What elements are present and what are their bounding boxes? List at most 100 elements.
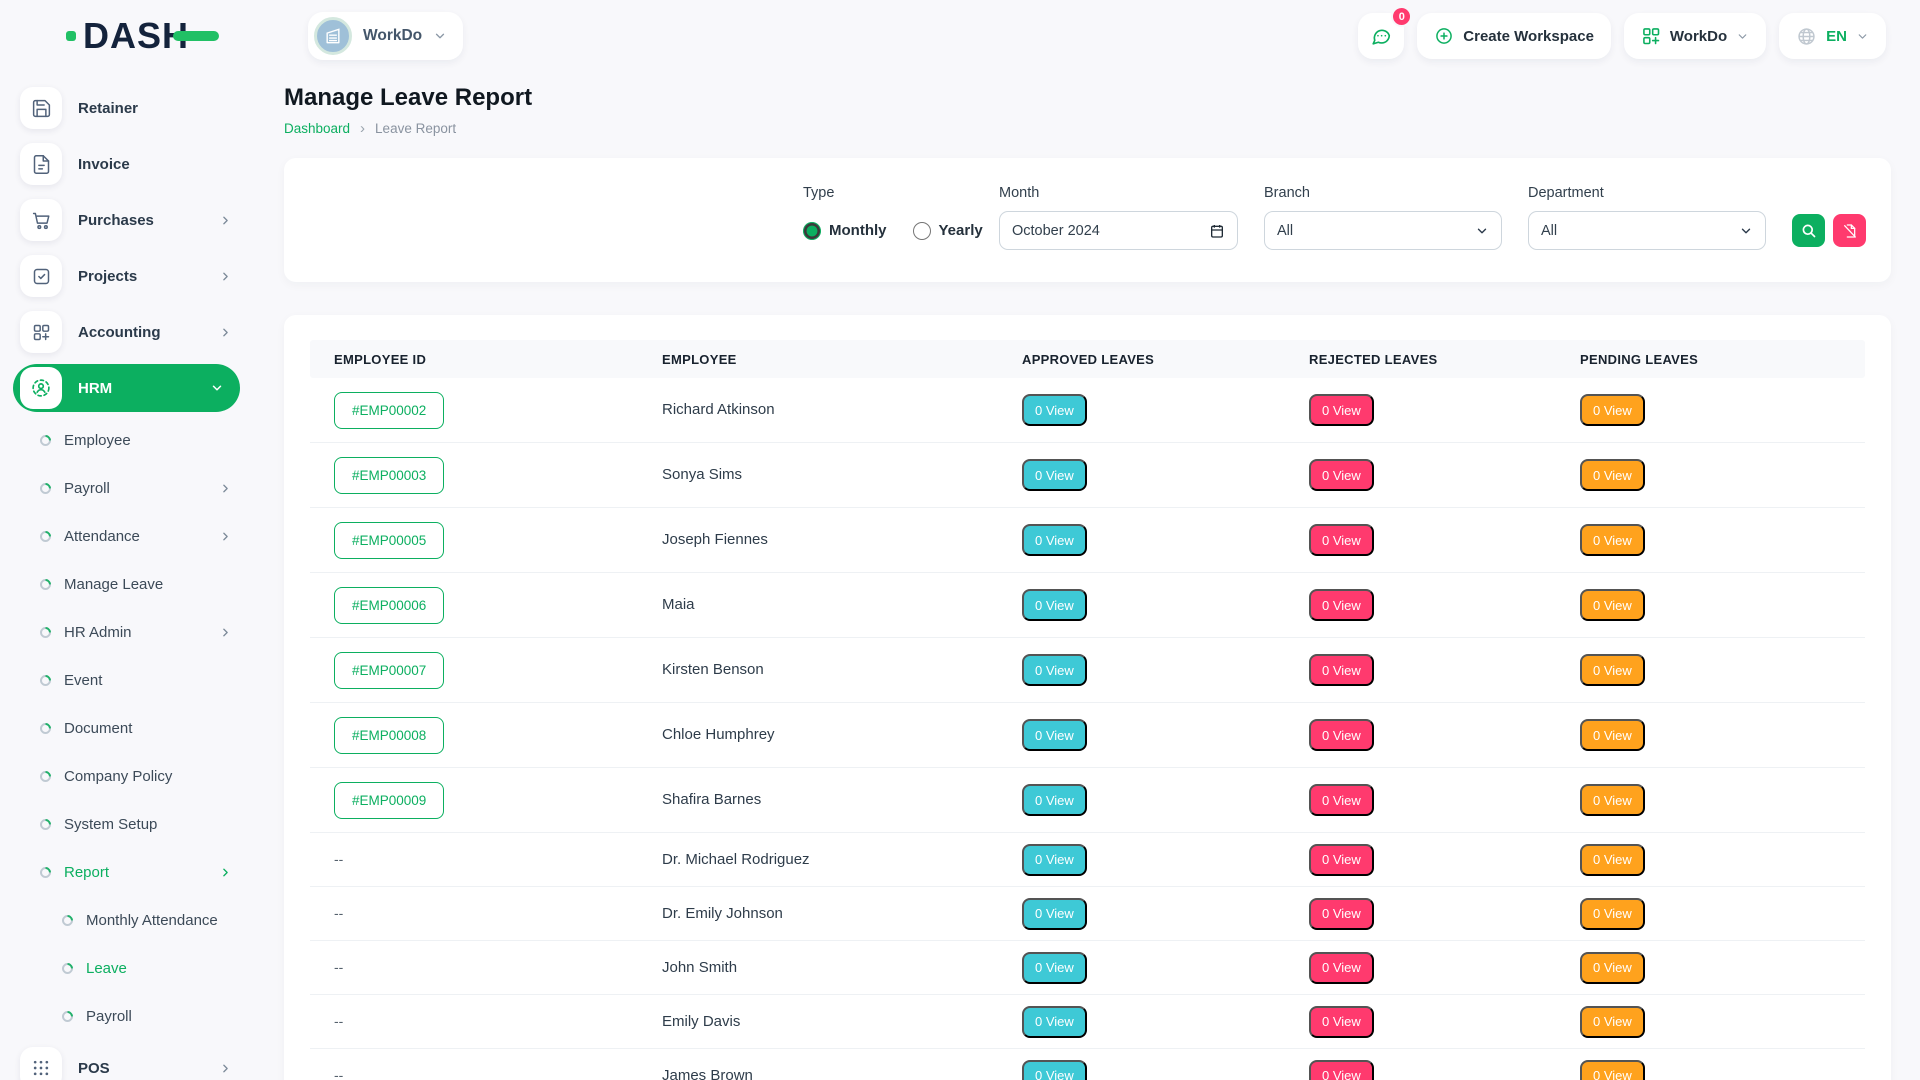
sidebar-subitem-payroll[interactable]: Payroll	[0, 464, 256, 512]
rejected-view-badge[interactable]: 0 View	[1309, 1060, 1374, 1080]
sidebar-item-retainer[interactable]: Retainer	[0, 80, 256, 136]
employee-id-cell: --	[310, 851, 638, 869]
pending-leaves-cell: 0 View	[1556, 784, 1865, 816]
sidebar-subitem-leave[interactable]: Leave	[0, 944, 256, 992]
workspace-switcher[interactable]: WorkDo	[308, 12, 463, 60]
sidebar-item-accounting[interactable]: Accounting	[0, 304, 256, 360]
language-selector[interactable]: EN	[1779, 13, 1886, 59]
employee-name-cell: Emily Davis	[638, 1013, 998, 1031]
top-header: DASH WorkDo 0 Create Workspace	[0, 0, 1920, 72]
chevron-down-icon	[1736, 30, 1749, 43]
type-radio-monthly[interactable]	[803, 222, 821, 240]
pending-view-badge[interactable]: 0 View	[1580, 784, 1645, 816]
type-option-yearly[interactable]: Yearly	[913, 222, 983, 240]
approved-view-badge[interactable]: 0 View	[1022, 898, 1087, 930]
messages-button[interactable]: 0	[1358, 13, 1404, 59]
rejected-view-badge[interactable]: 0 View	[1309, 459, 1374, 491]
dash-logo[interactable]: DASH	[66, 18, 280, 54]
rejected-view-badge[interactable]: 0 View	[1309, 898, 1374, 930]
department-select[interactable]: All	[1528, 211, 1766, 250]
approved-leaves-cell: 0 View	[998, 524, 1285, 556]
month-value: October 2024	[1012, 223, 1100, 239]
type-radio-yearly[interactable]	[913, 222, 931, 240]
sidebar-subitem-attendance[interactable]: Attendance	[0, 512, 256, 560]
sidebar-subitem-system-setup[interactable]: System Setup	[0, 800, 256, 848]
employee-id-button[interactable]: #EMP00008	[334, 717, 444, 754]
approved-view-badge[interactable]: 0 View	[1022, 1006, 1087, 1038]
search-button[interactable]	[1792, 214, 1825, 247]
pending-view-badge[interactable]: 0 View	[1580, 459, 1645, 491]
employee-id-button[interactable]: #EMP00002	[334, 392, 444, 429]
employee-id-button[interactable]: #EMP00006	[334, 587, 444, 624]
month-input[interactable]: October 2024	[999, 211, 1238, 250]
sidebar-subitem-manage-leave[interactable]: Manage Leave	[0, 560, 256, 608]
breadcrumb-dashboard-link[interactable]: Dashboard	[284, 121, 350, 136]
workdo-app-menu[interactable]: WorkDo	[1624, 13, 1766, 59]
sidebar-subitem-company-policy[interactable]: Company Policy	[0, 752, 256, 800]
approved-view-badge[interactable]: 0 View	[1022, 719, 1087, 751]
employee-id-button[interactable]: #EMP00005	[334, 522, 444, 559]
approved-view-badge[interactable]: 0 View	[1022, 589, 1087, 621]
sidebar-subitem-event[interactable]: Event	[0, 656, 256, 704]
pending-view-badge[interactable]: 0 View	[1580, 1006, 1645, 1038]
approved-leaves-cell: 0 View	[998, 898, 1285, 930]
table-row: --Dr. Emily Johnson0 View0 View0 View	[310, 887, 1865, 941]
search-icon	[1800, 222, 1817, 239]
approved-view-badge[interactable]: 0 View	[1022, 1060, 1087, 1080]
approved-view-badge[interactable]: 0 View	[1022, 524, 1087, 556]
pending-view-badge[interactable]: 0 View	[1580, 654, 1645, 686]
type-radio-group: MonthlyYearly	[803, 211, 973, 250]
approved-view-badge[interactable]: 0 View	[1022, 784, 1087, 816]
approved-view-badge[interactable]: 0 View	[1022, 952, 1087, 984]
sidebar-item-hrm[interactable]: HRM	[13, 364, 240, 412]
rejected-view-badge[interactable]: 0 View	[1309, 394, 1374, 426]
pending-view-badge[interactable]: 0 View	[1580, 844, 1645, 876]
rejected-view-badge[interactable]: 0 View	[1309, 952, 1374, 984]
sidebar-subitem-employee[interactable]: Employee	[0, 416, 256, 464]
save-icon	[20, 87, 62, 129]
employee-id-button[interactable]: #EMP00003	[334, 457, 444, 494]
sidebar-item-pos[interactable]: POS	[0, 1040, 256, 1080]
approved-view-badge[interactable]: 0 View	[1022, 844, 1087, 876]
create-workspace-button[interactable]: Create Workspace	[1417, 13, 1611, 59]
employee-name-cell: Shafira Barnes	[638, 791, 998, 809]
rejected-view-badge[interactable]: 0 View	[1309, 844, 1374, 876]
sidebar-item-projects[interactable]: Projects	[0, 248, 256, 304]
sidebar-subitem-payroll[interactable]: Payroll	[0, 992, 256, 1040]
leave-report-table-card: EMPLOYEE IDEMPLOYEEAPPROVED LEAVESREJECT…	[284, 315, 1891, 1080]
rejected-view-badge[interactable]: 0 View	[1309, 524, 1374, 556]
approved-view-badge[interactable]: 0 View	[1022, 459, 1087, 491]
sidebar-subitem-report[interactable]: Report	[0, 848, 256, 896]
approved-view-badge[interactable]: 0 View	[1022, 654, 1087, 686]
rejected-leaves-cell: 0 View	[1285, 589, 1556, 621]
pending-view-badge[interactable]: 0 View	[1580, 898, 1645, 930]
type-option-monthly[interactable]: Monthly	[803, 222, 887, 240]
rejected-view-badge[interactable]: 0 View	[1309, 654, 1374, 686]
pending-view-badge[interactable]: 0 View	[1580, 394, 1645, 426]
table-row: #EMP00002Richard Atkinson0 View0 View0 V…	[310, 378, 1865, 443]
sidebar-item-label: Invoice	[78, 156, 130, 173]
sidebar-subitem-document[interactable]: Document	[0, 704, 256, 752]
sidebar-item-invoice[interactable]: Invoice	[0, 136, 256, 192]
rejected-leaves-cell: 0 View	[1285, 459, 1556, 491]
rejected-view-badge[interactable]: 0 View	[1309, 784, 1374, 816]
pending-view-badge[interactable]: 0 View	[1580, 719, 1645, 751]
approved-view-badge[interactable]: 0 View	[1022, 394, 1087, 426]
pending-view-badge[interactable]: 0 View	[1580, 952, 1645, 984]
pending-leaves-cell: 0 View	[1556, 394, 1865, 426]
branch-select[interactable]: All	[1264, 211, 1502, 250]
pending-view-badge[interactable]: 0 View	[1580, 524, 1645, 556]
employee-id-button[interactable]: #EMP00007	[334, 652, 444, 689]
rejected-view-badge[interactable]: 0 View	[1309, 589, 1374, 621]
sidebar-subitem-label: System Setup	[64, 816, 157, 833]
rejected-view-badge[interactable]: 0 View	[1309, 1006, 1374, 1038]
sidebar-subitem-monthly-attendance[interactable]: Monthly Attendance	[0, 896, 256, 944]
pending-view-badge[interactable]: 0 View	[1580, 1060, 1645, 1080]
table-row: #EMP00007Kirsten Benson0 View0 View0 Vie…	[310, 638, 1865, 703]
reset-button[interactable]	[1833, 214, 1866, 247]
employee-id-button[interactable]: #EMP00009	[334, 782, 444, 819]
sidebar-item-purchases[interactable]: Purchases	[0, 192, 256, 248]
pending-view-badge[interactable]: 0 View	[1580, 589, 1645, 621]
sidebar-subitem-hr-admin[interactable]: HR Admin	[0, 608, 256, 656]
rejected-view-badge[interactable]: 0 View	[1309, 719, 1374, 751]
